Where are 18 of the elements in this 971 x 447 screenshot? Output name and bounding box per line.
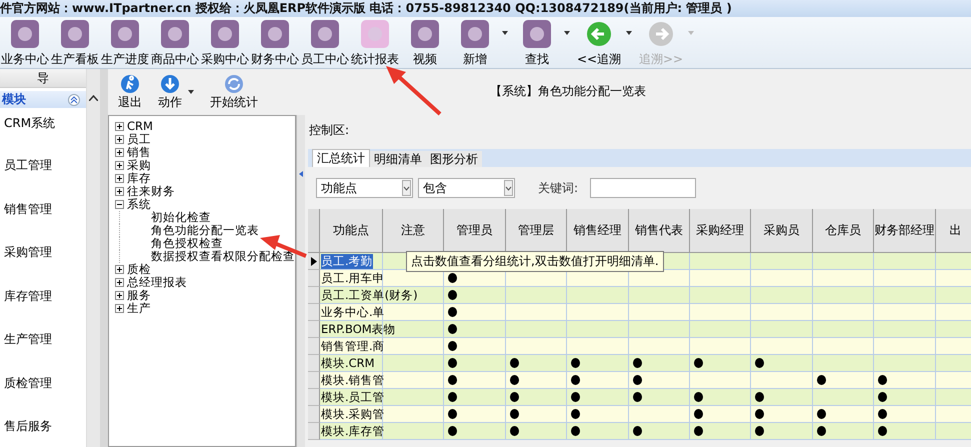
window-title: 件官方网站：www.ITpartner.cn 授权给：火凤凰ERP软件演示版 电话：0755-89812340 QQ:1308472189(当前用户: 管理员 )	[0, 0, 732, 17]
section-title: 模块	[2, 91, 26, 108]
function-name: 模块.CRM	[321, 356, 375, 370]
function-name: 员工.考勤	[321, 254, 373, 268]
function-name: 员工.工资单(财务)	[321, 288, 418, 302]
function-name: 模块.库存管	[321, 424, 385, 438]
function-name: 销售管理.商	[321, 338, 385, 354]
function-name: 模块.采购管	[321, 406, 385, 422]
function-name: ERP.BOM表物	[321, 322, 396, 336]
tooltip: 点击数值查看分组统计,双击数值打开明细清单.	[406, 251, 664, 272]
function-name: 模块.销售管	[321, 372, 385, 388]
function-name: 模块.员工管	[321, 390, 385, 404]
control-label: 控制区:	[308, 122, 350, 139]
keyword-label: 关键词:	[538, 180, 578, 196]
function-name: 业务中心.单	[321, 304, 385, 320]
nav-header: 导	[0, 69, 86, 88]
report-title: 【系统】角色功能分配一览表	[490, 82, 646, 100]
function-name: 员工.用车申	[321, 270, 385, 286]
